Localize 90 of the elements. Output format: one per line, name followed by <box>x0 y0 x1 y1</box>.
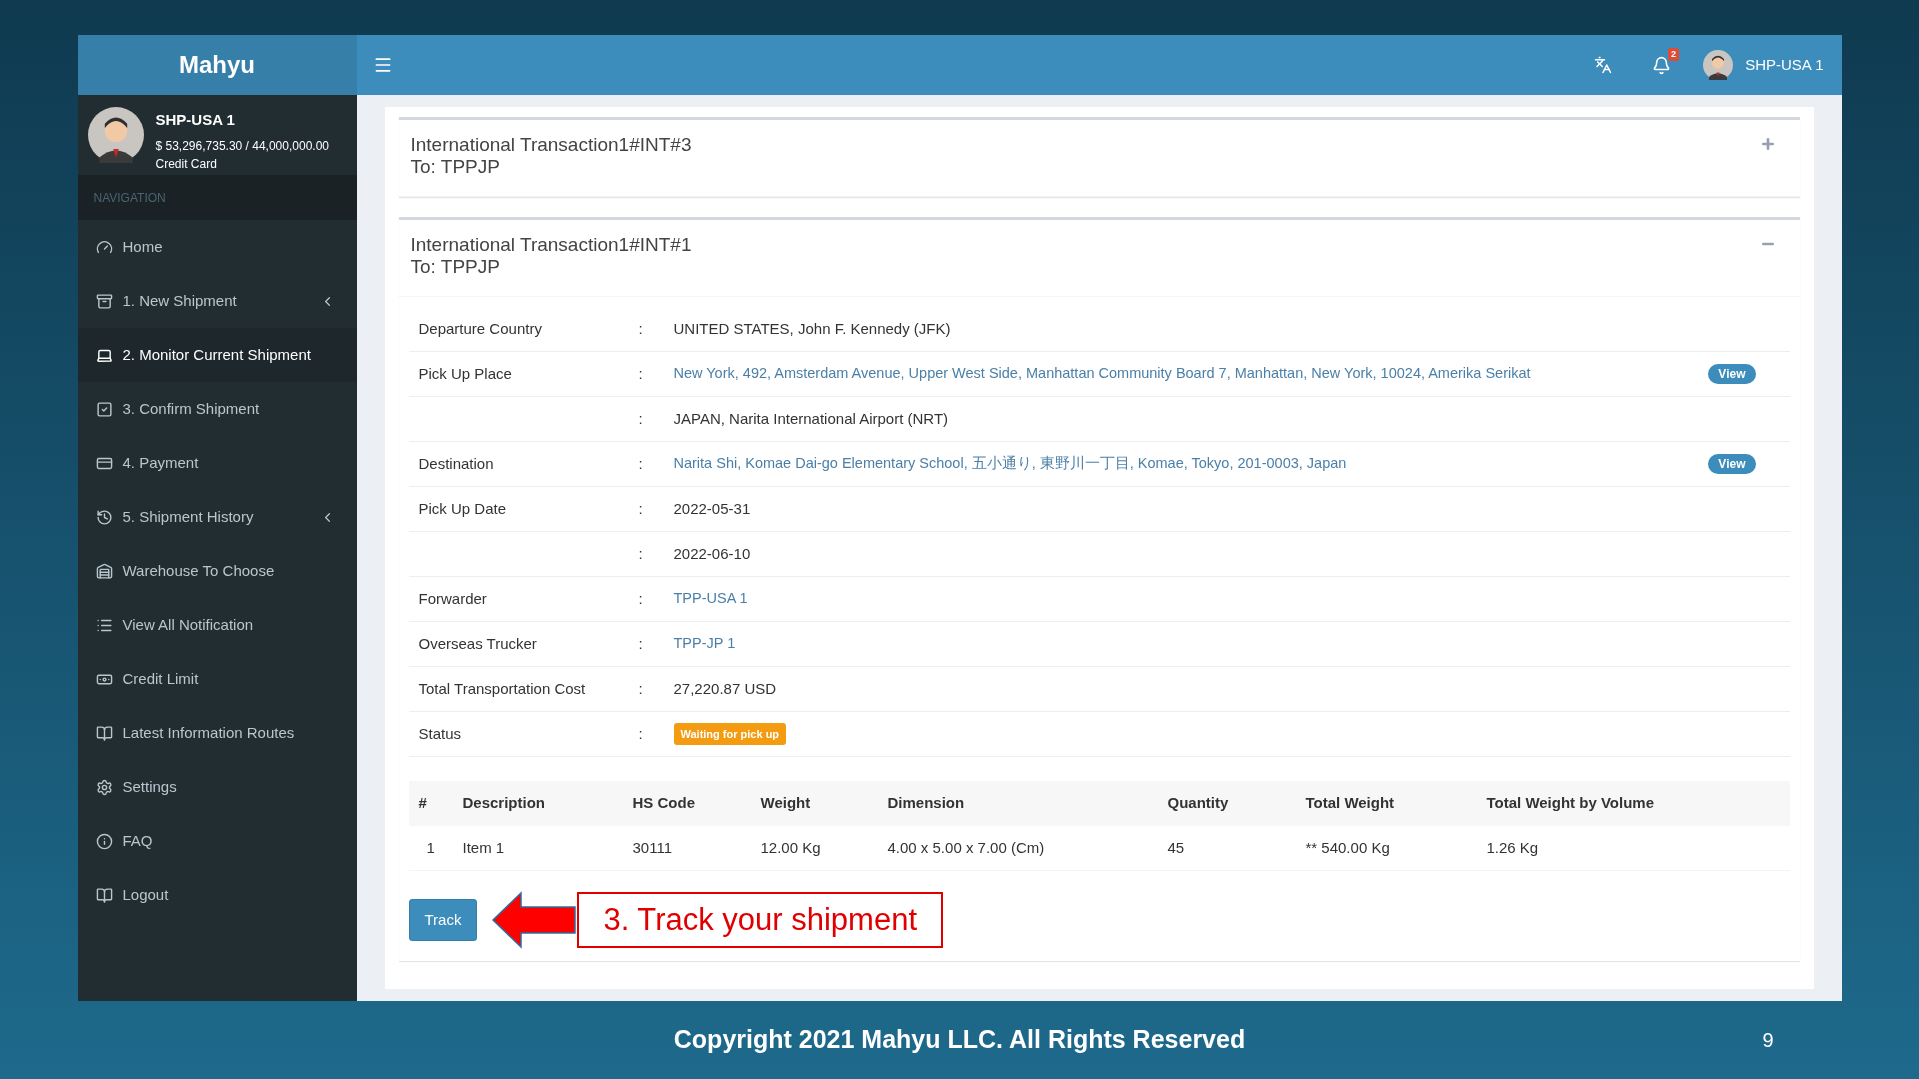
sidebar-item[interactable]: FAQ <box>77 814 357 868</box>
field-value: JAPAN, Narita International Airport (NRT) <box>673 408 949 429</box>
separator: : <box>638 363 644 384</box>
notification-button[interactable] <box>1652 55 1672 75</box>
field-value: 27,220.87 USD <box>673 678 777 699</box>
sidebar-item[interactable]: 4. Payment <box>77 436 357 490</box>
column-header: Weight <box>760 793 812 814</box>
transaction-title: International Transaction1#INT#3 <box>410 134 692 156</box>
separator: : <box>638 543 644 564</box>
field-link[interactable]: TPP-JP 1 <box>673 633 736 655</box>
user-name: SHP-USA 1 <box>155 110 236 130</box>
history-icon <box>95 508 113 526</box>
navigation-header: NAVIGATION <box>77 175 357 220</box>
table-cell-text: Item 1 <box>462 837 506 858</box>
transaction-recipient: To: TPPJP <box>410 256 501 278</box>
sidebar-item[interactable]: 5. Shipment History <box>77 490 357 544</box>
warehouse-icon <box>95 562 113 580</box>
field-value: 2022-06-10 <box>673 543 751 564</box>
checkbox-icon <box>95 400 113 418</box>
sidebar-item[interactable]: 1. New Shipment <box>77 274 357 328</box>
plus-icon <box>1759 136 1776 152</box>
table-cell-text: ** 540.00 Kg <box>1305 837 1391 858</box>
column-header: Dimension <box>887 793 966 814</box>
field-value: 2022-05-31 <box>673 498 751 519</box>
transaction-recipient: To: TPPJP <box>410 156 501 178</box>
separator: : <box>638 723 644 744</box>
view-button[interactable]: View <box>1708 454 1756 474</box>
separator: : <box>638 588 644 609</box>
column-header: Total Weight <box>1305 793 1396 814</box>
separator: : <box>638 678 644 699</box>
payment-method: Credit Card <box>155 155 218 173</box>
column-header: HS Code <box>632 793 696 814</box>
avatar-icon <box>1703 50 1734 80</box>
notification-badge: 2 <box>1668 47 1680 61</box>
separator: : <box>638 498 644 519</box>
field-label: Status <box>418 723 463 744</box>
settings-icon <box>95 778 113 796</box>
page-number: 9 <box>1762 1028 1774 1053</box>
field-link[interactable]: New York, 492, Amsterdam Avenue, Upper West Side, Manhattan Community Board 7, Manhattan, New York, 10024, Amerika Serikat <box>673 363 1531 385</box>
field-label: Total Transportation Cost <box>418 678 587 699</box>
app-logo[interactable]: Mahyu <box>77 35 357 95</box>
field-label: Destination <box>418 453 495 474</box>
expand-button[interactable] <box>1759 136 1776 152</box>
column-header: Description <box>462 793 546 814</box>
arrow-icon <box>491 891 578 949</box>
sidebar-item[interactable]: Warehouse To Choose <box>77 544 357 598</box>
header-user-name[interactable]: SHP-USA 1 <box>1745 53 1824 77</box>
sidebar-item[interactable]: 3. Confirm Shipment <box>77 382 357 436</box>
column-header: Quantity <box>1167 793 1230 814</box>
field-label: Departure Country <box>418 318 543 339</box>
sidebar-item[interactable]: Latest Information Routes <box>77 706 357 760</box>
table-cell-text: 1.26 Kg <box>1486 837 1540 858</box>
field-label: Pick Up Place <box>418 363 513 384</box>
field-link[interactable]: TPP-USA 1 <box>673 588 748 610</box>
separator: : <box>638 633 644 654</box>
table-cell-text: 30111 <box>632 837 673 858</box>
language-button[interactable] <box>1594 56 1613 74</box>
view-button[interactable]: View <box>1708 364 1756 384</box>
sidebar-item[interactable]: 2. Monitor Current Shipment <box>77 328 357 382</box>
field-link[interactable]: Narita Shi, Komae Dai-go Elementary School, 五小通り, 東野川一丁目, Komae, Tokyo, 201-0003, Japan <box>673 453 1347 475</box>
sidebar-item[interactable]: View All Notification <box>77 598 357 652</box>
book-icon <box>95 886 113 904</box>
column-header: # <box>418 793 428 814</box>
sidebar-item[interactable]: Home <box>77 220 357 274</box>
transaction-title: International Transaction1#INT#1 <box>410 234 692 256</box>
credit-balance: $ 53,296,735.30 / 44,000,000.00 <box>155 137 329 155</box>
column-header: Total Weight by Volume <box>1486 793 1655 814</box>
status-badge: Waiting for pick up <box>673 722 787 746</box>
info-icon <box>95 832 113 850</box>
table-cell-text: 4.00 x 5.00 x 7.00 (Cm) <box>887 837 1046 858</box>
field-label: Pick Up Date <box>418 498 508 519</box>
sidebar-item[interactable]: Credit Limit <box>77 652 357 706</box>
separator: : <box>638 453 644 474</box>
table-cell-text: 45 <box>1167 837 1186 858</box>
avatar-icon <box>87 107 144 163</box>
table-cell-text: 1 <box>425 837 436 858</box>
book-icon <box>95 724 113 742</box>
callout-text: 3. Track your shipment <box>577 892 944 948</box>
separator: : <box>638 318 644 339</box>
dashboard-icon <box>95 238 113 256</box>
track-button[interactable]: Track <box>408 899 478 941</box>
copyright-text: Copyright 2021 Mahyu LLC. All Rights Reserved <box>673 1024 1246 1056</box>
sidebar-item[interactable]: Settings <box>77 760 357 814</box>
field-label: Overseas Trucker <box>418 633 538 654</box>
separator: : <box>638 408 644 429</box>
table-cell-text: 12.00 Kg <box>760 837 822 858</box>
sidebar-item[interactable]: Logout <box>77 868 357 922</box>
field-label: Forwarder <box>418 588 488 609</box>
archive-icon <box>95 292 113 310</box>
field-value: UNITED STATES, John F. Kennedy (JFK) <box>673 318 951 339</box>
